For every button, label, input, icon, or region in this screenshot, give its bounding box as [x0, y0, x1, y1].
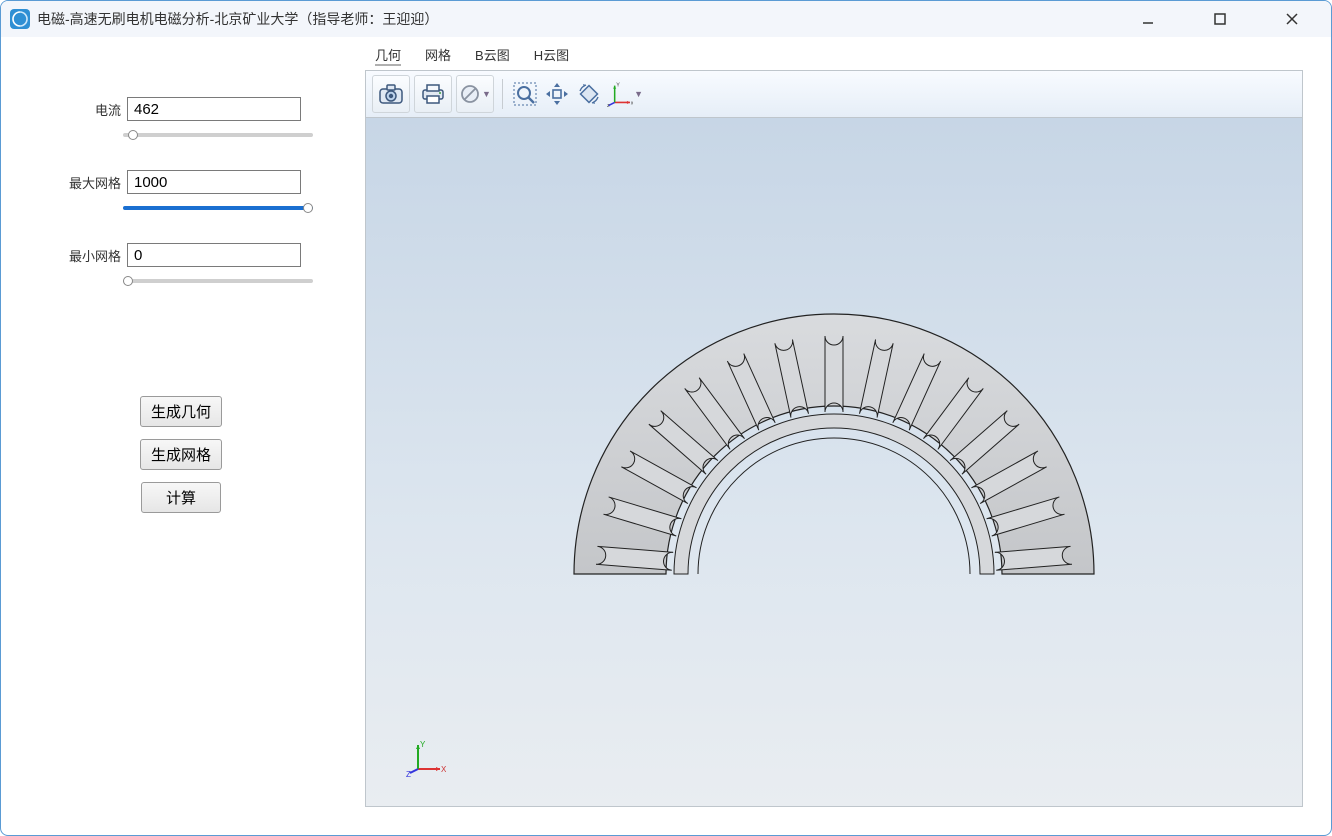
dropdown-caret-icon: ▼ [634, 89, 643, 99]
svg-text:x: x [631, 101, 633, 107]
app-icon [9, 8, 31, 30]
generate-mesh-button[interactable]: 生成网格 [140, 439, 222, 470]
tab-mesh[interactable]: 网格 [425, 45, 451, 66]
tabbar: 几何 网格 B云图 H云图 [365, 41, 1303, 70]
clip-plane-icon[interactable]: ▼ [456, 75, 494, 113]
zoom-box-icon[interactable] [511, 76, 539, 112]
svg-text:X: X [441, 765, 446, 774]
min-mesh-slider[interactable] [123, 279, 313, 283]
max-mesh-label: 最大网格 [51, 173, 121, 192]
max-mesh-input[interactable] [127, 170, 301, 194]
tab-h-cloud[interactable]: H云图 [534, 45, 569, 66]
pan-icon[interactable] [543, 76, 571, 112]
viewer-toolbar: ▼ x Y [365, 70, 1303, 117]
svg-text:Y: Y [616, 82, 620, 88]
minimize-button[interactable] [1127, 4, 1169, 34]
motor-geometry [534, 278, 1134, 618]
maximize-button[interactable] [1199, 4, 1241, 34]
toolbar-separator [502, 79, 503, 109]
spin-icon[interactable] [575, 76, 603, 112]
titlebar: 电磁-高速无刷电机电磁分析-北京矿业大学（指导老师：王迎迎） [1, 1, 1331, 37]
corner-axes-triad: X Y Z [406, 739, 446, 782]
printer-icon[interactable] [414, 75, 452, 113]
min-mesh-label: 最小网格 [51, 246, 121, 265]
compute-button[interactable]: 计算 [141, 482, 221, 513]
current-label: 电流 [51, 100, 121, 119]
svg-text:z: z [607, 103, 610, 109]
svg-text:Y: Y [420, 740, 426, 749]
camera-icon[interactable] [372, 75, 410, 113]
axes-triad-icon[interactable]: x Y z ▼ [607, 76, 643, 112]
close-button[interactable] [1271, 4, 1313, 34]
tab-geometry[interactable]: 几何 [375, 45, 401, 66]
generate-geometry-button[interactable]: 生成几何 [140, 396, 222, 427]
svg-text:Z: Z [406, 770, 411, 779]
tab-b-cloud[interactable]: B云图 [475, 45, 510, 66]
sidebar: 电流 最大网格 最小网格 生成几何 生成网格 [1, 37, 361, 835]
dropdown-caret-icon: ▼ [482, 89, 491, 99]
max-mesh-slider[interactable] [123, 206, 313, 210]
current-input[interactable] [127, 97, 301, 121]
min-mesh-input[interactable] [127, 243, 301, 267]
window-title: 电磁-高速无刷电机电磁分析-北京矿业大学（指导老师：王迎迎） [37, 9, 438, 29]
current-slider[interactable] [123, 133, 313, 137]
viewport-3d[interactable]: X Y Z [365, 117, 1303, 807]
